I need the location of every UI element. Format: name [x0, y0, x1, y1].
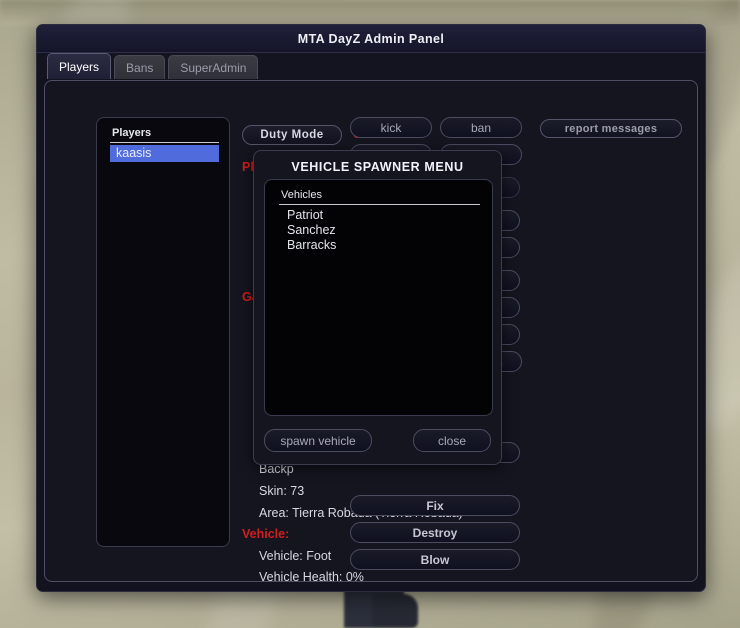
duty-mode-button-label: Duty Mode: [260, 129, 324, 141]
vehicle-list-item-label: Sanchez: [287, 223, 336, 237]
page-title: MTA DayZ Admin Panel: [297, 31, 445, 46]
destroy-button-label: Destroy: [412, 525, 458, 540]
tab-superadmin-label: SuperAdmin: [180, 60, 247, 75]
window-titlebar: MTA DayZ Admin Panel: [37, 25, 705, 53]
blow-button-label: Blow: [420, 552, 450, 567]
vehicle-list-item-barracks[interactable]: Barracks: [265, 238, 492, 253]
spawn-vehicle-button[interactable]: spawn vehicle: [264, 429, 372, 452]
vehicle-list-item-patriot[interactable]: Patriot: [265, 208, 492, 223]
tab-bar: Players Bans SuperAdmin: [37, 53, 705, 79]
kick-button[interactable]: kick: [350, 117, 432, 138]
action-row-kick-ban: kick ban: [350, 117, 688, 138]
spawn-vehicle-button-label: spawn vehicle: [280, 433, 356, 448]
destroy-button[interactable]: Destroy: [350, 522, 520, 543]
ban-button[interactable]: ban: [440, 117, 522, 138]
tab-bans[interactable]: Bans: [114, 55, 166, 79]
close-modal-button[interactable]: close: [413, 429, 491, 452]
vehicle-list-item-label: Barracks: [287, 238, 337, 252]
kick-button-label: kick: [380, 120, 402, 135]
duty-mode-button[interactable]: Duty Mode: [242, 125, 342, 145]
player-list: Players kaasis: [96, 117, 230, 547]
player-list-item-label: kaasis: [116, 146, 152, 160]
close-modal-button-label: close: [437, 433, 466, 448]
vehicle-spawner-footer: spawn vehicle close: [264, 429, 491, 452]
ban-button-label: ban: [470, 120, 492, 135]
vehicle-spawner-title: VEHICLE SPAWNER MENU: [291, 160, 464, 174]
player-list-header-divider: [110, 142, 219, 143]
vehicle-listbox[interactable]: Vehicles Patriot Sanchez Barracks: [264, 179, 493, 416]
action-row-fix: Fix: [350, 495, 688, 516]
action-spacer: [350, 469, 688, 495]
blow-button[interactable]: Blow: [350, 549, 520, 570]
fix-button[interactable]: Fix: [350, 495, 520, 516]
player-list-item-kaasis[interactable]: kaasis: [110, 145, 219, 162]
vehicle-list-header: Vehicles: [281, 189, 322, 201]
player-list-header: Players: [112, 127, 152, 139]
leg-foot: [372, 594, 418, 628]
tab-players-label: Players: [59, 59, 100, 74]
fix-button-label: Fix: [426, 498, 444, 513]
vehicle-spawner-modal: VEHICLE SPAWNER MENU Vehicles Patriot Sa…: [253, 150, 502, 465]
tab-superadmin[interactable]: SuperAdmin: [168, 55, 259, 79]
action-row-destroy: Destroy: [350, 522, 688, 543]
vehicle-list-header-divider: [279, 204, 480, 205]
action-row-blow: Blow: [350, 549, 688, 570]
vehicle-list-item-label: Patriot: [287, 208, 324, 222]
vehicle-list-item-sanchez[interactable]: Sanchez: [265, 223, 492, 238]
tab-players[interactable]: Players: [47, 53, 112, 79]
tab-bans-label: Bans: [126, 60, 154, 75]
